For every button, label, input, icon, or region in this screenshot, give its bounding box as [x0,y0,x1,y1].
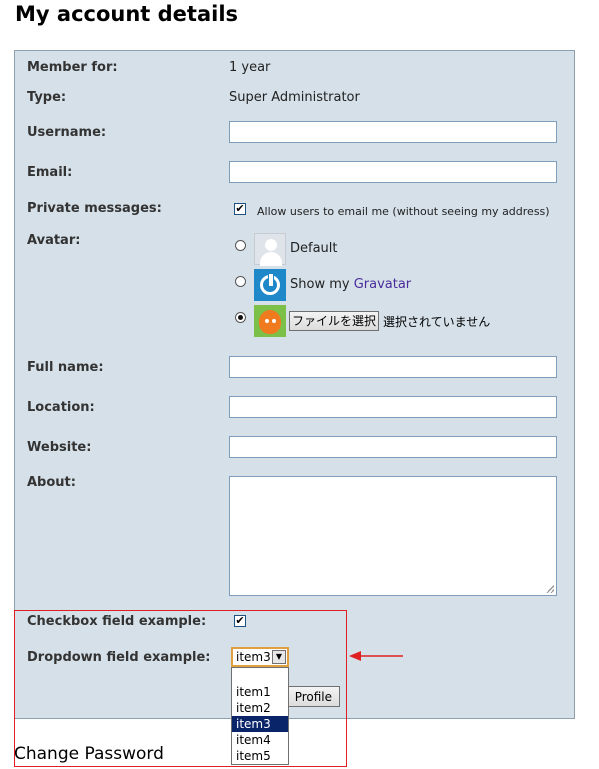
dropdown-example-label: Dropdown field example: [27,650,211,665]
email-input[interactable] [229,161,557,183]
resize-grip-icon[interactable] [546,585,554,593]
file-status-text: 選択されていません [383,315,491,329]
dropdown-option[interactable]: item4 [232,732,288,748]
dropdown-option[interactable]: item2 [232,700,288,716]
username-input[interactable] [229,121,557,143]
dropdown-option-highlighted[interactable]: item3 [232,716,288,732]
checkbox-example-label: Checkbox field example: [27,614,207,629]
custom-avatar-icon [254,305,286,337]
chevron-down-icon[interactable]: ▼ [272,650,286,664]
example-dropdown[interactable]: item3 ▼ [231,647,289,667]
gravatar-link[interactable]: Gravatar [354,277,411,292]
allow-email-option-label: Allow users to email me (without seeing … [257,205,550,218]
avatar-label: Avatar: [27,233,81,248]
member-for-value: 1 year [229,60,271,75]
avatar-gravatar-radio[interactable] [235,276,246,287]
allow-email-checkbox[interactable]: ✔ [234,203,246,215]
avatar-default-radio[interactable] [235,240,246,251]
private-messages-label: Private messages: [27,201,162,216]
default-avatar-icon [254,233,286,266]
dropdown-current-value: item3 [236,650,271,664]
location-label: Location: [27,400,95,415]
dropdown-options-list: item1 item2 item3 item4 item5 [231,667,289,765]
type-label: Type: [27,90,67,105]
example-checkbox[interactable]: ✔ [234,615,246,627]
location-input[interactable] [229,396,557,418]
dropdown-option[interactable]: item5 [232,748,288,764]
profile-button[interactable]: Profile [287,686,340,707]
username-label: Username: [27,125,107,140]
about-textarea[interactable] [229,476,557,596]
annotation-arrow-icon [349,651,403,661]
change-password-link[interactable]: Change Password [14,744,164,764]
full-name-label: Full name: [27,360,104,375]
avatar-upload-radio[interactable] [235,312,246,323]
page-title: My account details [15,2,239,26]
gravatar-icon [254,269,286,301]
website-input[interactable] [229,436,557,458]
type-value: Super Administrator [229,90,360,105]
website-label: Website: [27,440,92,455]
choose-file-button[interactable]: ファイルを選択 [289,311,379,331]
member-for-label: Member for: [27,60,118,75]
about-label: About: [27,475,76,490]
full-name-input[interactable] [229,356,557,378]
dropdown-option[interactable]: item1 [232,684,288,700]
avatar-gravatar-label: Show my Gravatar [290,277,411,292]
avatar-default-label: Default [290,241,338,256]
gravatar-label-prefix: Show my [290,277,354,292]
email-label: Email: [27,165,73,180]
